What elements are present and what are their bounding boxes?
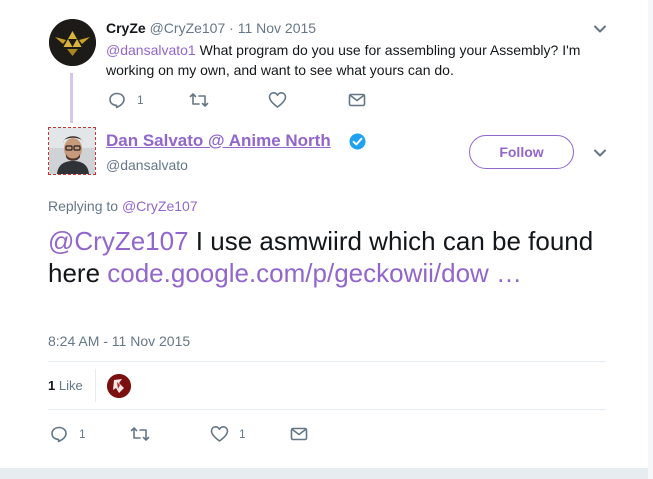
dansalvato-avatar[interactable] — [48, 127, 96, 175]
parent-dm-button[interactable] — [348, 91, 366, 109]
main-author-handle[interactable]: @dansalvato — [106, 157, 188, 173]
main-reply-count: 1 — [79, 427, 86, 441]
heart-icon — [210, 426, 229, 442]
main-mention-link[interactable]: @CryZe107 — [48, 226, 189, 256]
thread-connector-line — [70, 73, 73, 123]
parent-tweet-text: @dansalvato1 What program do you use for… — [106, 40, 596, 80]
mail-icon — [290, 427, 308, 441]
chevron-down-icon[interactable] — [593, 146, 607, 160]
main-tweet-link[interactable]: code.google.com/p/geckowii/dow — [107, 258, 489, 288]
stats-bottom-divider — [48, 409, 606, 410]
main-author-name[interactable]: Dan Salvato @ Anime North — [106, 131, 331, 151]
main-like-count: 1 — [239, 427, 246, 441]
heart-icon — [268, 92, 287, 108]
main-reply-button[interactable]: 1 — [50, 425, 86, 443]
replying-prefix: Replying to — [48, 198, 122, 214]
main-dm-button[interactable] — [290, 425, 308, 443]
parent-mention-link[interactable]: @dansalvato1 — [106, 42, 196, 58]
conversation-bottom-divider — [0, 468, 653, 479]
retweet-icon — [130, 427, 150, 441]
main-retweet-button[interactable] — [130, 425, 150, 443]
main-tweet-text: @CryZe107 I use asmwiird which can be fo… — [48, 225, 608, 289]
main-tweet-link-ellipsis[interactable]: … — [489, 258, 522, 288]
like-stats[interactable]: 1 Like — [48, 378, 83, 393]
parent-reply-count: 1 — [137, 93, 144, 107]
retweet-icon — [189, 93, 209, 107]
cryze-avatar[interactable] — [49, 19, 96, 66]
reply-icon — [109, 92, 125, 109]
parent-retweet-button[interactable] — [189, 91, 209, 109]
parent-date[interactable]: 11 Nov 2015 — [238, 20, 316, 36]
parent-tweet-header: CryZe @CryZe107 · 11 Nov 2015 — [106, 20, 316, 36]
parent-separator: · — [229, 20, 234, 36]
chevron-down-icon[interactable] — [593, 22, 607, 36]
stats-top-divider — [48, 361, 606, 362]
replying-to-line: Replying to @CryZe107 — [48, 198, 198, 214]
parent-author-name[interactable]: CryZe — [106, 20, 146, 36]
parent-reply-button[interactable]: 1 — [108, 91, 144, 109]
like-stat-count: 1 — [48, 378, 56, 393]
parent-author-handle[interactable]: @CryZe107 — [150, 20, 226, 36]
main-tweet-timestamp[interactable]: 8:24 AM - 11 Nov 2015 — [48, 333, 190, 349]
mail-icon — [348, 93, 366, 107]
verified-badge-icon — [349, 133, 366, 150]
reply-icon — [51, 426, 67, 443]
replying-to-link[interactable]: @CryZe107 — [122, 198, 198, 214]
like-stat-label: Like — [58, 378, 83, 393]
parent-like-button[interactable] — [268, 91, 287, 109]
stats-vertical-divider — [95, 369, 96, 402]
follow-button[interactable]: Follow — [469, 135, 574, 169]
liker-avatar[interactable] — [107, 374, 131, 398]
scrollbar-track[interactable] — [648, 0, 653, 479]
main-like-button[interactable]: 1 — [210, 425, 246, 443]
